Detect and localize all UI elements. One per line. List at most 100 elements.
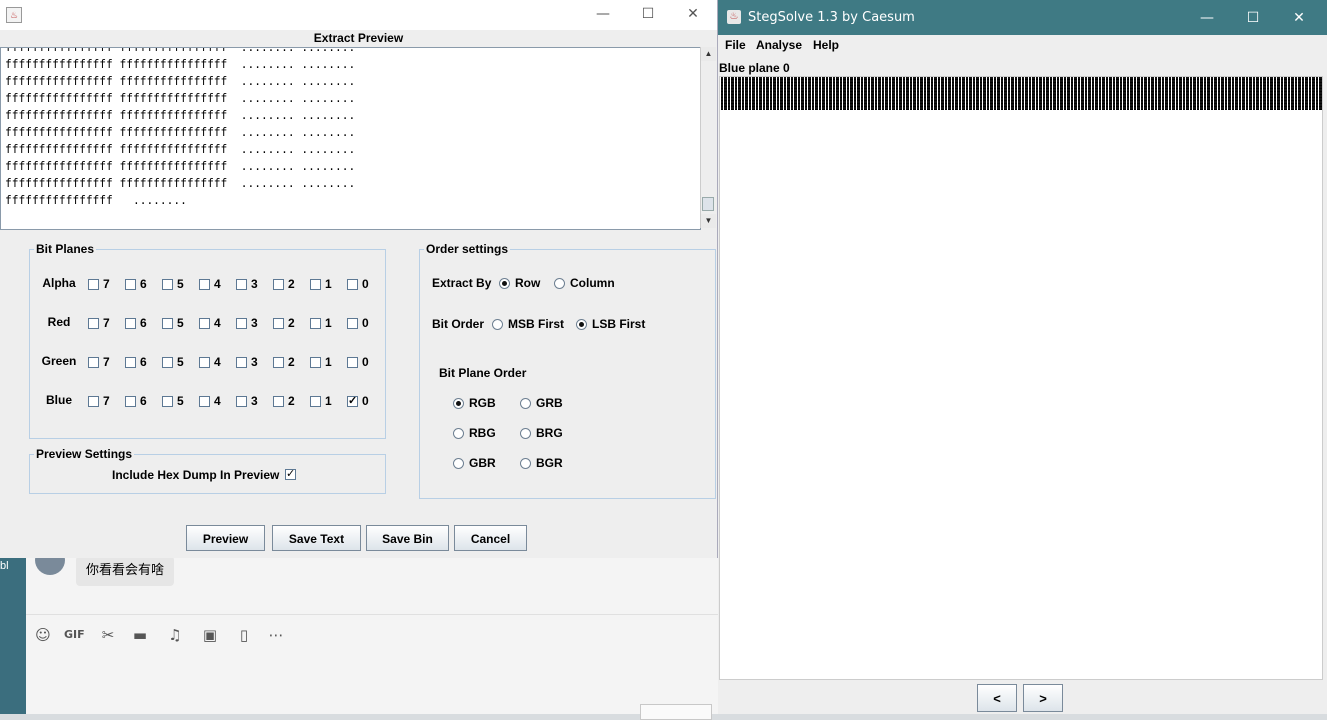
send-button[interactable] [640,704,712,720]
bit-checkbox-red-1[interactable]: 1 [310,316,332,330]
close-button[interactable]: ✕ [678,4,708,24]
bit-checkbox-green-2[interactable]: 2 [273,355,295,369]
save-bin-button[interactable]: Save Bin [366,525,449,551]
bit-checkbox-alpha-0[interactable]: 0 [347,277,369,291]
close-button[interactable]: ✕ [1284,8,1314,28]
checkbox-icon [347,394,358,407]
bit-plane-label-blue: Blue [45,393,72,407]
scroll-thumb[interactable] [702,197,714,211]
bit-number-label: 4 [214,277,221,291]
msb-first-radio[interactable]: MSB First [492,317,564,331]
previous-plane-button[interactable]: < [977,684,1017,712]
bit-checkbox-green-6[interactable]: 6 [125,355,147,369]
preview-text-area[interactable]: ffffffffffffffff ffffffffffffffff ......… [0,47,701,230]
bit-checkbox-blue-6[interactable]: 6 [125,394,147,408]
rbg-radio[interactable]: RBG [453,426,496,440]
bit-checkbox-alpha-5[interactable]: 5 [162,277,184,291]
extract-by-row-radio[interactable]: Row [499,276,540,290]
radio-icon [520,457,531,469]
bit-checkbox-green-7[interactable]: 7 [88,355,110,369]
hex-dump-label: Include Hex Dump In Preview [112,468,280,482]
bit-number-label: 7 [103,277,110,291]
window-title: StegSolve 1.3 by Caesum [748,10,915,25]
bit-checkbox-red-3[interactable]: 3 [236,316,258,330]
next-plane-button[interactable]: > [1023,684,1063,712]
radio-label: GRB [536,396,563,410]
image-icon[interactable]: ▣ [200,626,220,644]
hex-dump-checkbox[interactable] [285,467,296,480]
checkbox-icon [88,278,99,290]
checkbox-icon [236,317,247,329]
bgr-radio[interactable]: BGR [520,456,563,470]
rgb-radio[interactable]: RGB [453,396,496,410]
menu-help[interactable]: Help [813,38,839,52]
bit-plane-label-alpha: Alpha [42,276,76,290]
scroll-down-icon[interactable]: ▼ [701,214,716,228]
brg-radio[interactable]: BRG [520,426,563,440]
bit-checkbox-green-5[interactable]: 5 [162,355,184,369]
checkbox-icon [88,356,99,368]
bit-checkbox-blue-2[interactable]: 2 [273,394,295,408]
scroll-up-icon[interactable]: ▲ [701,47,716,61]
radio-icon [520,427,531,439]
lsb-first-radio[interactable]: LSB First [576,317,645,331]
radio-icon [520,397,531,409]
extract-by-column-radio[interactable]: Column [554,276,615,290]
bit-number-label: 1 [325,394,332,408]
bit-number-label: 2 [288,277,295,291]
music-icon[interactable]: ♫ [165,626,185,644]
bit-checkbox-alpha-6[interactable]: 6 [125,277,147,291]
phone-icon[interactable]: ▯ [234,626,254,644]
save-text-button[interactable]: Save Text [272,525,361,551]
bit-checkbox-red-4[interactable]: 4 [199,316,221,330]
bit-checkbox-red-2[interactable]: 2 [273,316,295,330]
bit-checkbox-alpha-1[interactable]: 1 [310,277,332,291]
minimize-button[interactable]: — [588,4,618,24]
preview-button[interactable]: Preview [186,525,265,551]
bit-checkbox-red-5[interactable]: 5 [162,316,184,330]
bit-checkbox-green-4[interactable]: 4 [199,355,221,369]
radio-label: BGR [536,456,563,470]
bit-checkbox-alpha-4[interactable]: 4 [199,277,221,291]
image-view [719,76,1323,680]
bit-checkbox-green-0[interactable]: 0 [347,355,369,369]
extract-preview-window: ♨ — ☐ ✕ Extract Preview ffffffffffffffff… [0,0,718,558]
gif-icon[interactable]: GIF [64,626,85,644]
bit-checkbox-blue-1[interactable]: 1 [310,394,332,408]
scissors-icon[interactable]: ✂ [98,626,118,644]
bit-checkbox-red-6[interactable]: 6 [125,316,147,330]
smile-icon[interactable]: ☺ [33,626,53,644]
bit-checkbox-alpha-7[interactable]: 7 [88,277,110,291]
gbr-radio[interactable]: GBR [453,456,496,470]
bit-checkbox-alpha-2[interactable]: 2 [273,277,295,291]
bit-checkbox-green-1[interactable]: 1 [310,355,332,369]
checkbox-icon [199,395,210,407]
maximize-button[interactable]: ☐ [633,4,663,24]
preview-settings-legend: Preview Settings [36,447,133,461]
bit-checkbox-green-3[interactable]: 3 [236,355,258,369]
checkbox-icon [199,356,210,368]
checkbox-icon [273,395,284,407]
bit-checkbox-red-0[interactable]: 0 [347,316,369,330]
bit-checkbox-blue-7[interactable]: 7 [88,394,110,408]
bit-checkbox-red-7[interactable]: 7 [88,316,110,330]
maximize-button[interactable]: ☐ [1238,8,1268,28]
bit-checkbox-blue-3[interactable]: 3 [236,394,258,408]
bit-number-label: 4 [214,394,221,408]
bit-checkbox-blue-0[interactable]: 0 [347,394,369,408]
radio-icon [453,397,464,409]
more-icon[interactable]: ⋯ [266,626,286,644]
vertical-scrollbar[interactable]: ▲ ▼ [700,47,716,228]
bit-checkbox-blue-4[interactable]: 4 [199,394,221,408]
bit-checkbox-alpha-3[interactable]: 3 [236,277,258,291]
menu-file[interactable]: File [725,38,746,52]
bit-checkbox-blue-5[interactable]: 5 [162,394,184,408]
folder-icon[interactable]: ▬ [130,626,150,644]
menu-analyse[interactable]: Analyse [756,38,802,52]
grb-radio[interactable]: GRB [520,396,563,410]
cancel-button[interactable]: Cancel [454,525,527,551]
bit-planes-group: Bit Planes [29,242,386,439]
checkbox-icon [347,278,358,290]
checkbox-icon [125,356,136,368]
minimize-button[interactable]: — [1192,8,1222,28]
